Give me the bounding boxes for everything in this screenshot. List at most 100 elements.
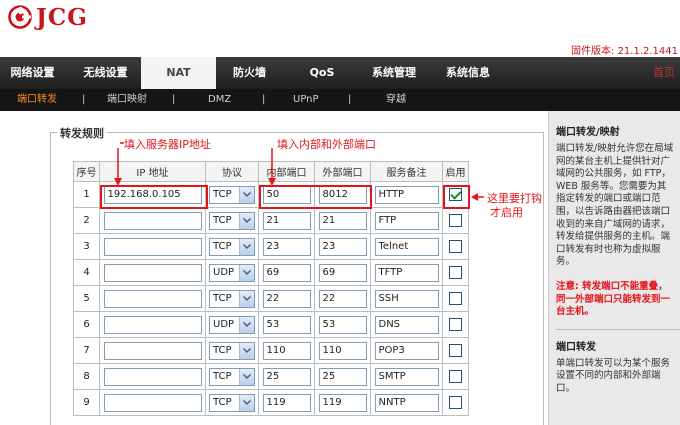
internal-port-input[interactable]: 25 — [262, 367, 311, 386]
annotation-port-hint: 填入内部和外部端口 — [277, 138, 376, 151]
col-header-service-note: 服务备注 — [370, 161, 443, 182]
protocol-select[interactable]: TCP — [209, 367, 255, 386]
service-note-input[interactable]: TFTP — [374, 263, 439, 282]
sub-nav-port-mapping[interactable]: 端口映射 — [107, 89, 147, 111]
col-header-no: 序号 — [73, 161, 100, 182]
sub-nav-port-forward[interactable]: 端口转发 — [17, 89, 57, 111]
ip-address-input[interactable] — [103, 341, 202, 360]
external-port-input[interactable]: 69 — [318, 263, 367, 282]
internal-port-input[interactable]: 23 — [262, 237, 311, 256]
protocol-value: UDP — [213, 318, 235, 330]
enable-checkbox[interactable] — [449, 396, 462, 409]
ip-address-input[interactable] — [103, 393, 202, 412]
main-nav-system-info[interactable]: 系统信息 — [436, 57, 500, 89]
service-note-input[interactable]: FTP — [374, 211, 439, 230]
ip-address-input[interactable] — [103, 211, 202, 230]
external-port-cell: 110 — [314, 337, 371, 364]
jcg-logo-icon — [8, 5, 32, 29]
protocol-select[interactable]: TCP — [209, 211, 255, 230]
service-note-cell: SMTP — [370, 363, 443, 390]
external-port-input[interactable]: 22 — [318, 289, 367, 308]
service-note-input[interactable]: HTTP — [374, 185, 439, 204]
service-note-input[interactable]: SSH — [374, 289, 439, 308]
table-row: 7 TCP 110 110 POP3 — [73, 337, 469, 364]
external-port-input[interactable]: 53 — [318, 315, 367, 334]
main-nav-home[interactable]: 首页 — [653, 57, 680, 89]
protocol-cell: UDP — [205, 311, 259, 338]
enable-cell — [442, 363, 469, 390]
internal-port-input[interactable]: 22 — [262, 289, 311, 308]
table-row: 2 TCP 21 21 FTP — [73, 207, 469, 234]
protocol-select[interactable]: TCP — [209, 185, 255, 204]
internal-port-input[interactable]: 21 — [262, 211, 311, 230]
row-number: 6 — [73, 311, 100, 338]
content-area: 转发规则 序号 IP 地址 协议 内部端口 外部端口 服务备注 启用 1 192.… — [0, 111, 548, 425]
table-header-row: 序号 IP 地址 协议 内部端口 外部端口 服务备注 启用 — [73, 161, 469, 182]
external-port-input[interactable]: 21 — [318, 211, 367, 230]
external-port-input[interactable]: 119 — [318, 393, 367, 412]
ip-address-input[interactable] — [103, 367, 202, 386]
enable-checkbox[interactable] — [449, 344, 462, 357]
internal-port-input[interactable]: 119 — [262, 393, 311, 412]
row-number: 3 — [73, 233, 100, 260]
main-nav-firewall[interactable]: 防火墙 — [222, 57, 277, 89]
service-note-input[interactable]: POP3 — [374, 341, 439, 360]
firmware-version: 固件版本: 21.1.2.1441 — [571, 46, 678, 57]
protocol-cell: TCP — [205, 337, 259, 364]
forward-rules-legend: 转发规则 — [57, 125, 107, 141]
main-nav-system-admin[interactable]: 系统管理 — [362, 57, 426, 89]
row-number: 1 — [73, 181, 100, 208]
external-port-input[interactable]: 25 — [318, 367, 367, 386]
ip-address-input[interactable] — [103, 237, 202, 256]
protocol-value: TCP — [213, 344, 232, 356]
main-nav-nat[interactable]: NAT — [141, 57, 216, 89]
help-divider — [556, 328, 680, 330]
table-row: 5 TCP 22 22 SSH — [73, 285, 469, 312]
enable-checkbox[interactable] — [449, 214, 462, 227]
external-port-cell: 25 — [314, 363, 371, 390]
main-nav-wireless[interactable]: 无线设置 — [73, 57, 138, 89]
enable-checkbox[interactable] — [449, 240, 462, 253]
external-port-cell: 23 — [314, 233, 371, 260]
ip-address-input[interactable] — [103, 315, 202, 334]
main-nav-network[interactable]: 网络设置 — [0, 57, 65, 89]
internal-port-input[interactable]: 53 — [262, 315, 311, 334]
internal-port-input[interactable]: 69 — [262, 263, 311, 282]
sub-nav-upnp[interactable]: UPnP — [293, 89, 319, 111]
service-note-input[interactable]: DNS — [374, 315, 439, 334]
service-note-input[interactable]: SMTP — [374, 367, 439, 386]
ip-address-input[interactable] — [103, 263, 202, 282]
chevron-down-icon — [239, 368, 254, 385]
protocol-select[interactable]: TCP — [209, 289, 255, 308]
col-header-enable: 启用 — [442, 161, 469, 182]
protocol-select[interactable]: TCP — [209, 341, 255, 360]
protocol-select[interactable]: TCP — [209, 237, 255, 256]
external-port-input[interactable]: 110 — [318, 341, 367, 360]
row-number: 7 — [73, 337, 100, 364]
protocol-select[interactable]: TCP — [209, 393, 255, 412]
chevron-down-icon — [239, 394, 254, 411]
sub-nav-dmz[interactable]: DMZ — [208, 89, 231, 111]
enable-checkbox[interactable] — [449, 318, 462, 331]
external-port-input[interactable]: 23 — [318, 237, 367, 256]
service-note-input[interactable]: Telnet — [374, 237, 439, 256]
protocol-value: TCP — [213, 396, 232, 408]
internal-port-cell: 69 — [258, 259, 315, 286]
enable-checkbox[interactable] — [449, 292, 462, 305]
enable-checkbox[interactable] — [449, 370, 462, 383]
internal-port-input[interactable]: 110 — [262, 341, 311, 360]
main-nav-qos[interactable]: QoS — [296, 57, 348, 89]
protocol-select[interactable]: UDP — [209, 263, 255, 282]
row-number: 9 — [73, 389, 100, 416]
ip-address-input[interactable] — [103, 289, 202, 308]
external-port-cell: 22 — [314, 285, 371, 312]
protocol-select[interactable]: UDP — [209, 315, 255, 334]
enable-checkbox[interactable] — [449, 266, 462, 279]
chevron-down-icon — [239, 316, 254, 333]
annotation-enable-hint-2: 才启用 — [490, 206, 523, 219]
sub-nav-traversal[interactable]: 穿越 — [386, 89, 406, 111]
enable-cell — [442, 311, 469, 338]
table-row: 6 UDP 53 53 DNS — [73, 311, 469, 338]
service-note-cell: HTTP — [370, 181, 443, 208]
service-note-input[interactable]: NNTP — [374, 393, 439, 412]
